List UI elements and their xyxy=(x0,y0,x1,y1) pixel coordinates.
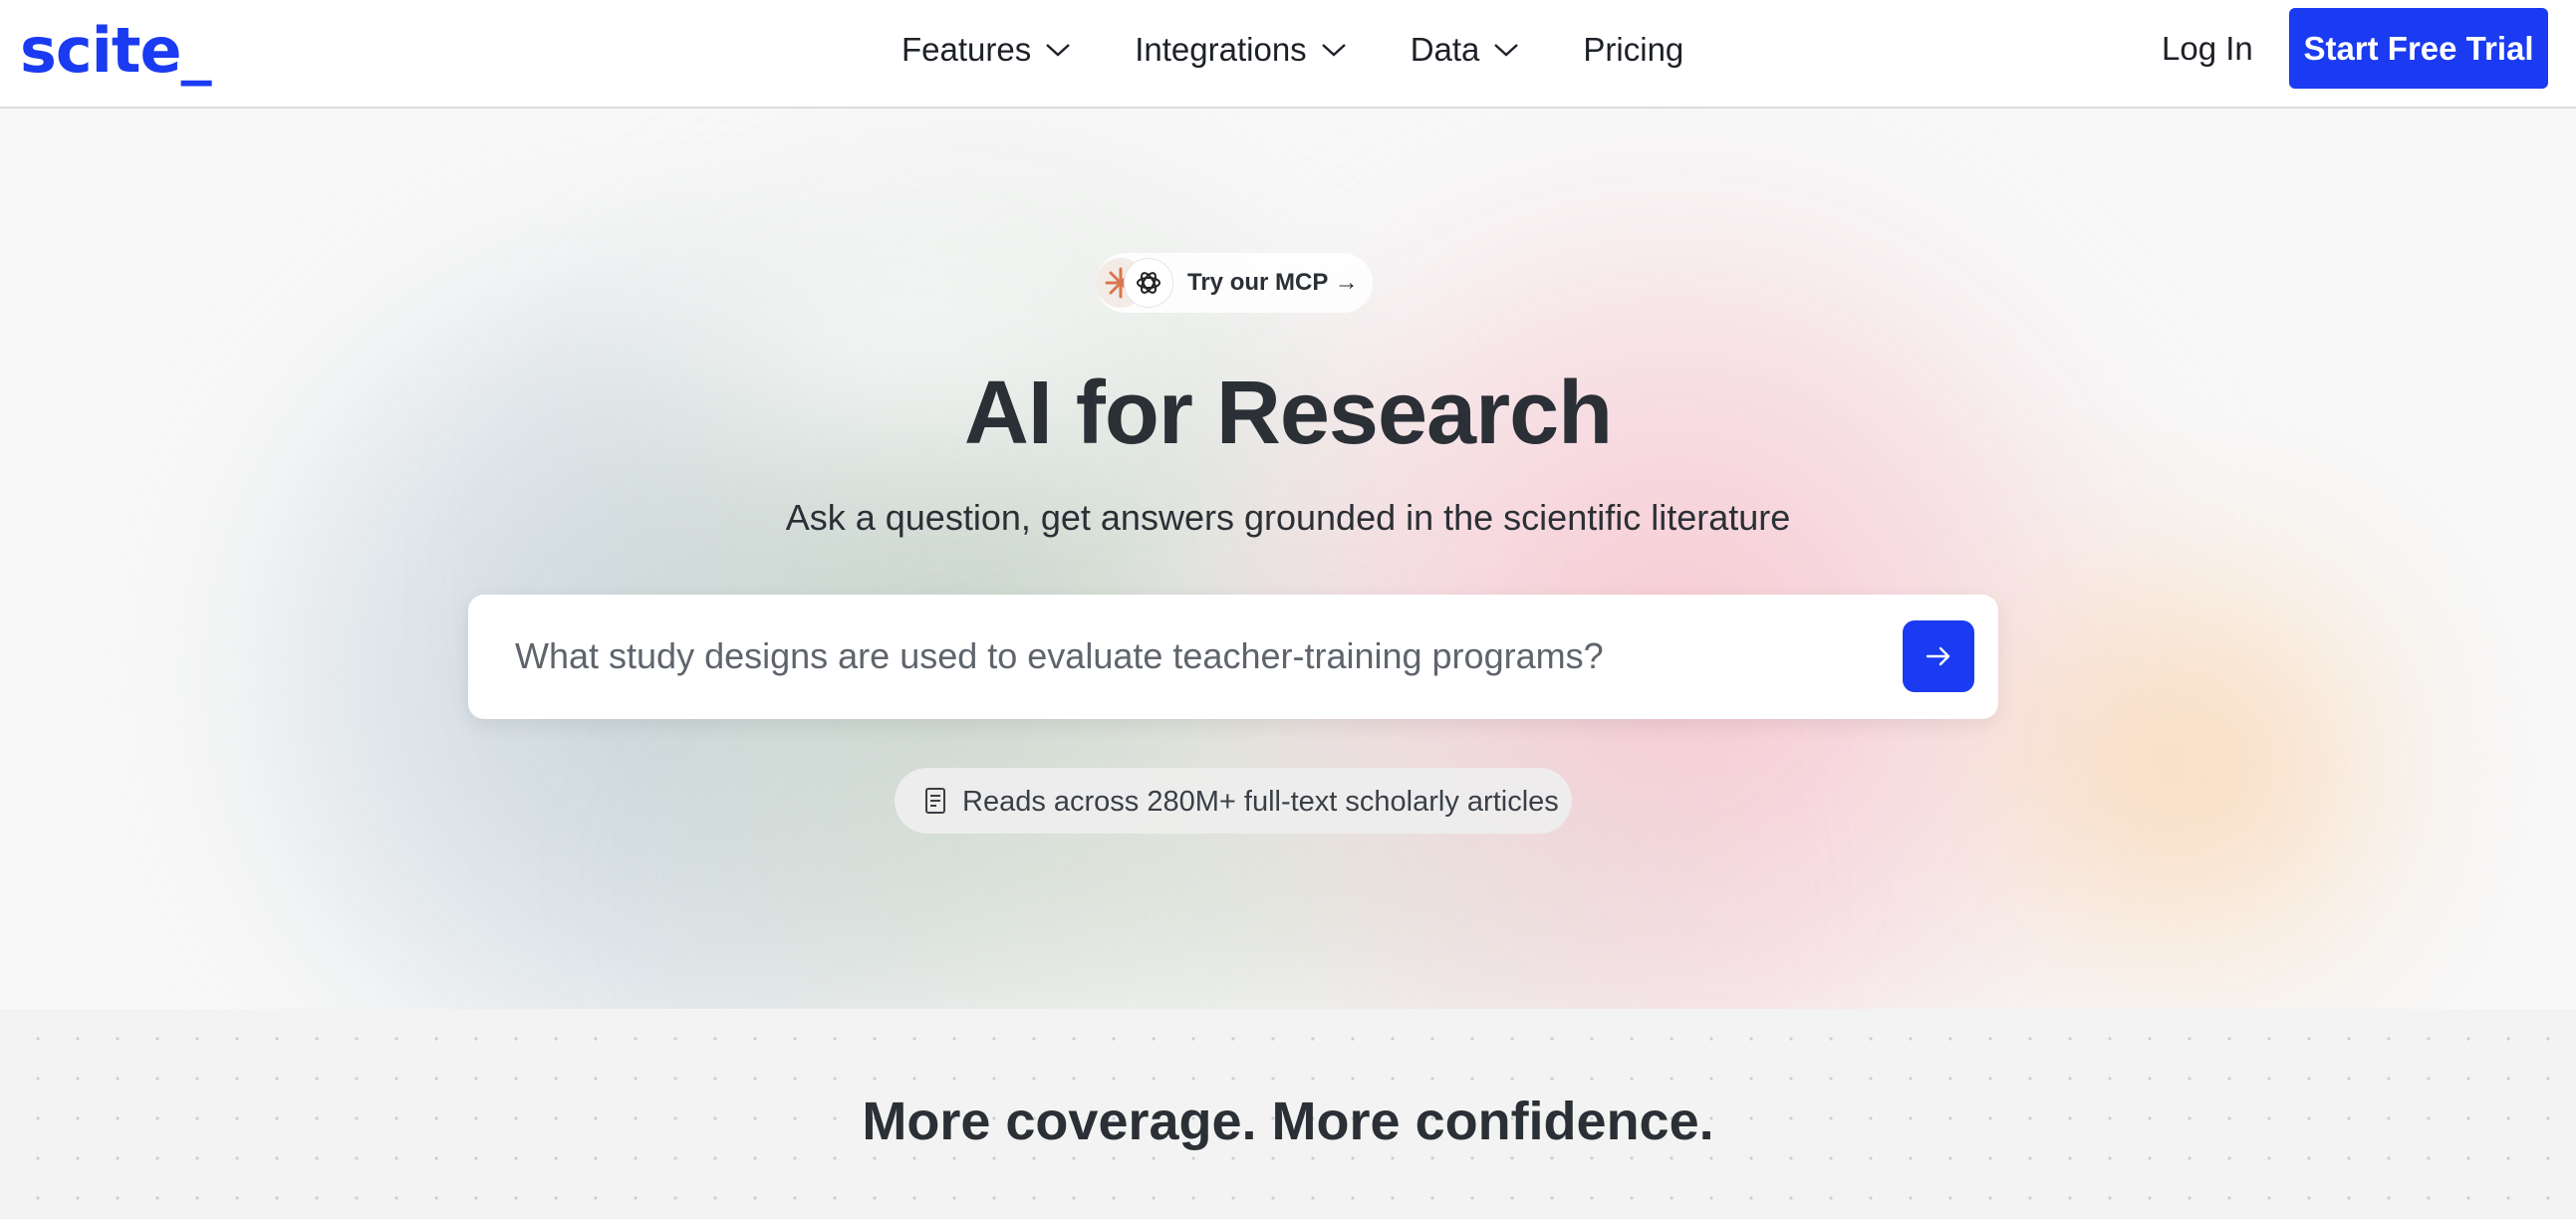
chevron-down-icon xyxy=(1321,44,1346,57)
nav-item-label: Features xyxy=(902,31,1032,68)
coverage-stat-text: Reads across 280M+ full-text scholarly a… xyxy=(962,786,1559,818)
search-submit-button[interactable] xyxy=(1903,620,1974,692)
chevron-down-icon xyxy=(1494,44,1519,57)
hero-subtitle: Ask a question, get answers grounded in … xyxy=(785,497,1791,538)
openai-icon xyxy=(1124,258,1173,308)
top-navbar: scite_ Features Integrations Data Pricin… xyxy=(0,0,2576,109)
nav-item-label: Integrations xyxy=(1135,31,1307,68)
page-title: AI for Research xyxy=(963,364,1613,463)
chevron-down-icon xyxy=(1046,44,1071,57)
document-icon xyxy=(925,788,945,814)
coverage-section: More coverage. More confidence. xyxy=(0,1009,2576,1219)
arrow-right-icon xyxy=(1926,646,1950,666)
nav-item-pricing[interactable]: Pricing xyxy=(1583,31,1683,69)
coverage-stat-pill: Reads across 280M+ full-text scholarly a… xyxy=(895,768,1572,834)
scite-logo[interactable]: scite_ xyxy=(20,14,212,87)
nav-item-integrations[interactable]: Integrations xyxy=(1135,31,1346,69)
hero-section: Try our MCP → AI for Research Ask a ques… xyxy=(0,109,2576,1009)
nav-item-features[interactable]: Features xyxy=(902,31,1071,69)
section-heading: More coverage. More confidence. xyxy=(862,1092,1714,1151)
main-menu: Features Integrations Data Pricing xyxy=(902,0,1747,100)
login-link[interactable]: Log In xyxy=(2162,30,2253,68)
nav-item-label: Pricing xyxy=(1583,31,1684,68)
search-box xyxy=(468,595,1998,719)
try-mcp-pill[interactable]: Try our MCP → xyxy=(1096,253,1373,313)
nav-item-data[interactable]: Data xyxy=(1411,31,1520,69)
try-mcp-label: Try our MCP → xyxy=(1187,269,1359,296)
search-input[interactable] xyxy=(515,630,1860,682)
start-free-trial-button[interactable]: Start Free Trial xyxy=(2289,8,2548,89)
nav-item-label: Data xyxy=(1410,31,1480,68)
